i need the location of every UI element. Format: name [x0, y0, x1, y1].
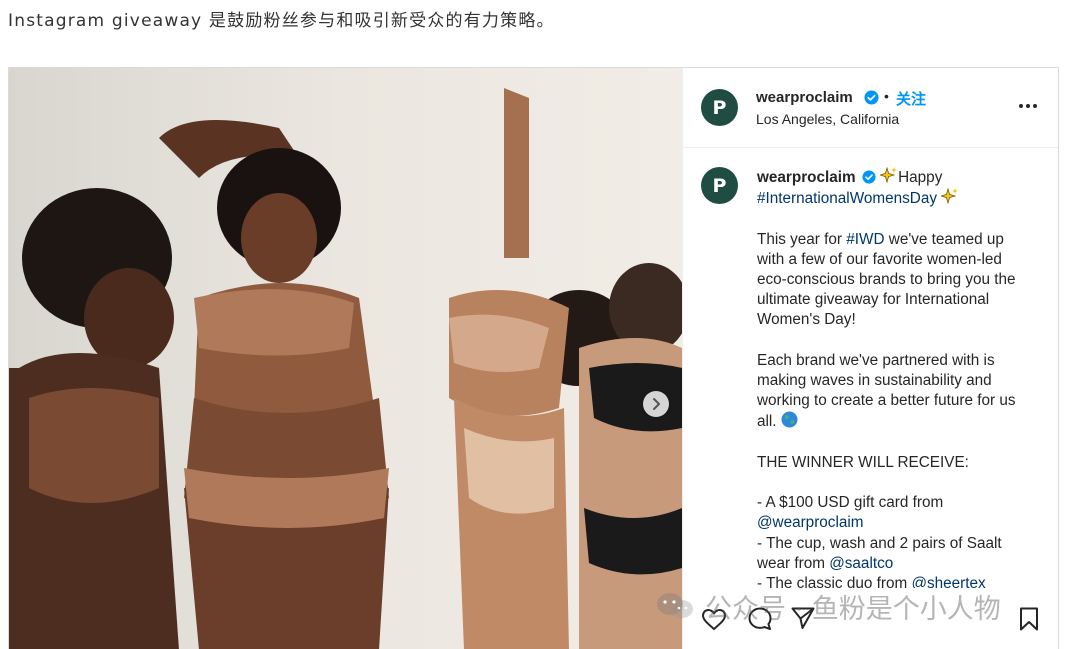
verified-badge-icon [862, 170, 876, 184]
heart-icon[interactable] [701, 607, 727, 633]
post-side-panel: P wearproclaim • 关注 Los Angeles, Califor… [682, 68, 1058, 649]
carousel-next-button[interactable] [643, 391, 669, 417]
follow-button[interactable]: 关注 [896, 88, 926, 109]
globe-emoji-icon [781, 411, 798, 428]
more-options-icon [1033, 104, 1037, 108]
caption-p2-lead: This year for [757, 230, 847, 248]
more-options-icon [1026, 104, 1030, 108]
avatar-letter: P [712, 96, 727, 119]
comment-icon[interactable] [747, 606, 773, 632]
post-actions-bar [683, 588, 1058, 649]
model-figure-left [9, 188, 179, 649]
mention-saaltco[interactable]: @saaltco [829, 555, 893, 572]
separator-dot: • [884, 88, 889, 104]
chevron-right-icon [653, 398, 660, 410]
sparkles-emoji-icon [880, 167, 898, 184]
more-options-icon [1019, 104, 1023, 108]
post-photo[interactable] [9, 68, 682, 649]
hashtag-internationalwomensday[interactable]: #InternationalWomensDay [757, 190, 937, 207]
caption-username[interactable]: wearproclaim [757, 169, 856, 186]
post-caption: wearproclaim Happy #InternationalWomensD… [757, 167, 1032, 594]
caption-happy-text: Happy [898, 169, 943, 186]
post-location[interactable]: Los Angeles, California [756, 111, 899, 127]
account-avatar[interactable]: P [701, 89, 738, 126]
article-intro-text: Instagram giveaway 是鼓励粉丝参与和吸引新受众的有力策略。 [8, 11, 555, 31]
post-photo-illustration [9, 68, 682, 649]
paper-plane-icon[interactable] [790, 605, 816, 631]
more-options-button[interactable] [1017, 98, 1039, 114]
sparkles-emoji-icon [941, 188, 959, 205]
caption-item1-text: - A $100 USD gift card from [757, 494, 944, 512]
bookmark-icon[interactable] [1016, 606, 1042, 632]
caption-avatar[interactable]: P [701, 167, 738, 204]
mention-wearproclaim[interactable]: @wearproclaim [757, 514, 864, 531]
instagram-post-card: P wearproclaim • 关注 Los Angeles, Califor… [8, 67, 1059, 649]
post-header: P wearproclaim • 关注 Los Angeles, Califor… [683, 68, 1058, 148]
hashtag-iwd[interactable]: #IWD [846, 231, 884, 248]
avatar-letter: P [712, 174, 727, 197]
verified-badge-icon [864, 90, 879, 105]
caption-p4: THE WINNER WILL RECEIVE: [757, 453, 969, 471]
account-username[interactable]: wearproclaim [756, 89, 853, 106]
